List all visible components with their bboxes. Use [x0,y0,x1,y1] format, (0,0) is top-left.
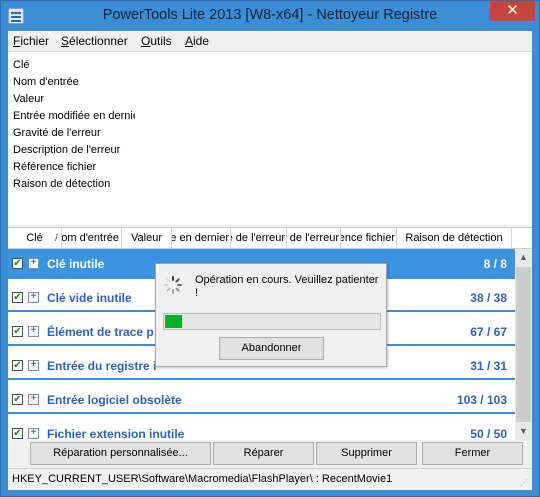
group-title: Clé inutile [47,257,105,271]
column-description[interactable]: Description de l'erreur [287,228,341,249]
group-separator [8,378,515,380]
column-gravite[interactable]: Gravité de l'erreur [231,228,287,249]
column-reference-fichier[interactable]: Référence fichier [341,228,397,249]
group-count: 38 / 38 [470,291,507,305]
checkbox-checked-icon[interactable]: ✔ [12,326,23,337]
scroll-up-arrow-icon[interactable]: ▲ [515,249,532,266]
abort-button[interactable]: Abandonner [219,337,324,360]
status-bar: HKEY_CURRENT_USER\Software\Macromedia\Fl… [8,468,532,490]
column-valeur[interactable]: Valeur [122,228,172,249]
group-count: 50 / 50 [470,427,507,440]
progress-dialog: Opération en cours. Veuillez patienter !… [155,263,387,367]
column-description-label: Description de l'erreur [287,232,339,244]
detail-nom-entree: Nom d'entrée [13,76,79,88]
expand-plus-icon[interactable]: + [28,326,39,337]
detail-cle: Clé [13,59,30,71]
menu-outils[interactable]: Outils [141,34,172,48]
column-reference-fichier-label: Référence fichier [341,232,395,244]
close-button[interactable]: Fermer [422,442,523,465]
expand-plus-icon[interactable]: + [28,360,39,371]
app-window: PowerTools Lite 2013 [W8-x64] - Nettoyeu… [0,0,540,497]
progress-bar-fill [165,315,182,328]
menu-bar: Fichier Sélectionner Outils Aide [8,31,532,51]
progress-bar [163,313,381,330]
group-title: Entrée logiciel obsolète [47,393,182,407]
scrollbar-thumb[interactable] [516,267,531,422]
menu-outils-mnemonic: O [141,34,151,48]
column-entree-modifiee[interactable]: Entrée modifiée en dernier [172,228,231,249]
column-valeur-label: Valeur [131,232,162,244]
details-panel: Clé Nom d'entrée Valeur Entrée modifiée … [8,51,532,225]
expand-plus-icon[interactable]: + [28,258,39,269]
checkbox-checked-icon[interactable]: ✔ [12,360,23,371]
group-title: Clé vide inutile [47,291,132,305]
group-row-fichier-extension[interactable]: ✔ + Fichier extension inutile 50 / 50 [8,419,515,440]
detail-description: Description de l'erreur [13,144,121,156]
delete-button[interactable]: Supprimer [316,442,417,465]
resize-grip-icon[interactable]: ⋰ [520,478,530,488]
menu-selectionner[interactable]: Sélectionner [61,34,128,48]
close-window-button[interactable]: ✕ [490,1,535,21]
busy-spinner-icon [164,276,182,294]
action-bar: Réparation personnalisée... Réparer Supp… [8,440,532,468]
group-count: 8 / 8 [483,257,507,271]
expand-plus-icon[interactable]: + [28,292,39,303]
checkbox-checked-icon[interactable]: ✔ [12,428,23,439]
column-gravite-label: Gravité de l'erreur [231,232,285,244]
menu-aide[interactable]: Aide [185,34,209,48]
menu-aide-mnemonic: A [185,34,194,48]
custom-repair-button[interactable]: Réparation personnalisée... [30,442,211,465]
window-title: PowerTools Lite 2013 [W8-x64] - Nettoyeu… [102,7,438,23]
column-nom-entree[interactable]: Nom d'entrée [62,228,122,249]
group-count: 103 / 103 [456,393,507,407]
group-count: 31 / 31 [470,359,507,373]
status-path: HKEY_CURRENT_USER\Software\Macromedia\Fl… [12,473,393,485]
checkbox-checked-icon[interactable]: ✔ [12,258,23,269]
detail-valeur: Valeur [13,93,44,105]
client-area: Fichier Sélectionner Outils Aide Clé Nom… [8,31,532,490]
menu-outils-label: utils [150,34,172,48]
menu-fichier-label: ichier [20,34,50,48]
vertical-scrollbar[interactable]: ▲ ▼ [515,249,532,440]
column-cle[interactable]: Clé [8,228,62,249]
checkbox-checked-icon[interactable]: ✔ [12,394,23,405]
column-header: Clé / Nom d'entrée Valeur Entrée modifié… [8,227,532,249]
group-separator [8,412,515,414]
column-raison-label: Raison de détection [405,232,503,244]
sort-indicator-icon: / [55,233,58,244]
menu-selectionner-mnemonic: S [61,34,70,48]
group-title: Fichier extension inutile [47,427,185,440]
detail-reference-fichier: Référence fichier [13,161,97,173]
column-cle-label: Clé [26,232,43,244]
group-count: 67 / 67 [470,325,507,339]
column-nom-entree-label: Nom d'entrée [62,232,119,244]
checkbox-checked-icon[interactable]: ✔ [12,292,23,303]
detail-raison: Raison de détection [13,178,111,190]
group-title: Entrée du registre i [47,359,157,373]
scroll-down-arrow-icon[interactable]: ▼ [515,423,532,440]
column-entree-modifiee-label: Entrée modifiée en dernier [172,232,229,244]
menu-aide-label: ide [193,34,210,48]
title-bar[interactable]: PowerTools Lite 2013 [W8-x64] - Nettoyeu… [1,1,539,31]
detail-entree-modifiee: Entrée modifiée en dernier [13,110,135,122]
repair-button[interactable]: Réparer [213,442,314,465]
menu-selectionner-label: électionner [69,34,128,48]
group-row-logiciel-obsolete[interactable]: ✔ + Entrée logiciel obsolète 103 / 103 [8,385,515,415]
expand-plus-icon[interactable]: + [28,394,39,405]
expand-plus-icon[interactable]: + [28,428,39,439]
group-title: Élément de trace p [47,325,154,339]
progress-message: Opération en cours. Veuillez patienter ! [195,274,379,299]
column-raison[interactable]: Raison de détection [397,228,512,249]
detail-gravite: Gravité de l'erreur [13,127,101,139]
menu-fichier[interactable]: Fichier [13,34,49,48]
